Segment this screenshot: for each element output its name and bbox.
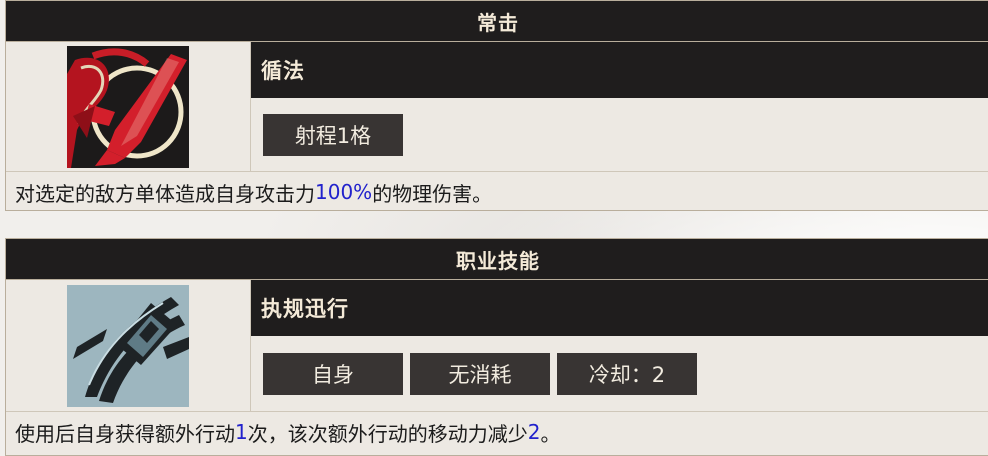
red-blade-skill-icon [67,45,189,168]
skill-tags: 自身 无消耗 冷却：2 [251,336,988,411]
desc-highlight-value: 2 [527,420,541,444]
desc-highlight-value: 100% [315,180,373,204]
icon-cell [6,42,251,171]
skill-name: 执规迅行 [251,280,988,336]
card-body: 循法 射程1格 [6,42,988,172]
card-body: 执规迅行 自身 无消耗 冷却：2 [6,280,988,412]
tag-range: 射程1格 [263,113,403,156]
card-header: 职业技能 [6,239,988,280]
icon-cell [6,280,251,411]
blue-shield-skill-icon [67,284,189,407]
tag-target: 自身 [263,352,403,395]
desc-text: 对选定的敌方单体造成自身攻击力 [15,181,315,206]
skill-card-class-skill: 职业技能 执规迅行 自身 无消耗 冷却：2 使用后自身获得额外行动 1 次，该次… [5,238,988,456]
desc-highlight-value: 1 [235,420,248,444]
tag-cost: 无消耗 [410,352,550,395]
desc-text: 使用后自身获得额外行动 [15,421,235,446]
skill-info: 循法 射程1格 [251,42,988,171]
skill-name: 循法 [251,42,988,98]
skill-info: 执规迅行 自身 无消耗 冷却：2 [251,280,988,411]
skill-card-normal-attack: 常击 循法 射程1格 对选定的敌方单体造成自身攻击力 100% 的物理伤害。 [5,0,988,211]
card-header: 常击 [6,1,988,42]
tag-cooldown: 冷却：2 [557,352,697,395]
desc-text: 的物理伤害。 [372,181,493,206]
skill-description: 使用后自身获得额外行动 1 次，该次额外行动的移动力减少 2。 [6,412,988,452]
desc-text: 次，该次额外行动的移动力减少 [247,421,528,446]
desc-text: 。 [540,421,561,446]
skill-tags: 射程1格 [251,98,988,171]
skill-description: 对选定的敌方单体造成自身攻击力 100% 的物理伤害。 [6,172,988,212]
